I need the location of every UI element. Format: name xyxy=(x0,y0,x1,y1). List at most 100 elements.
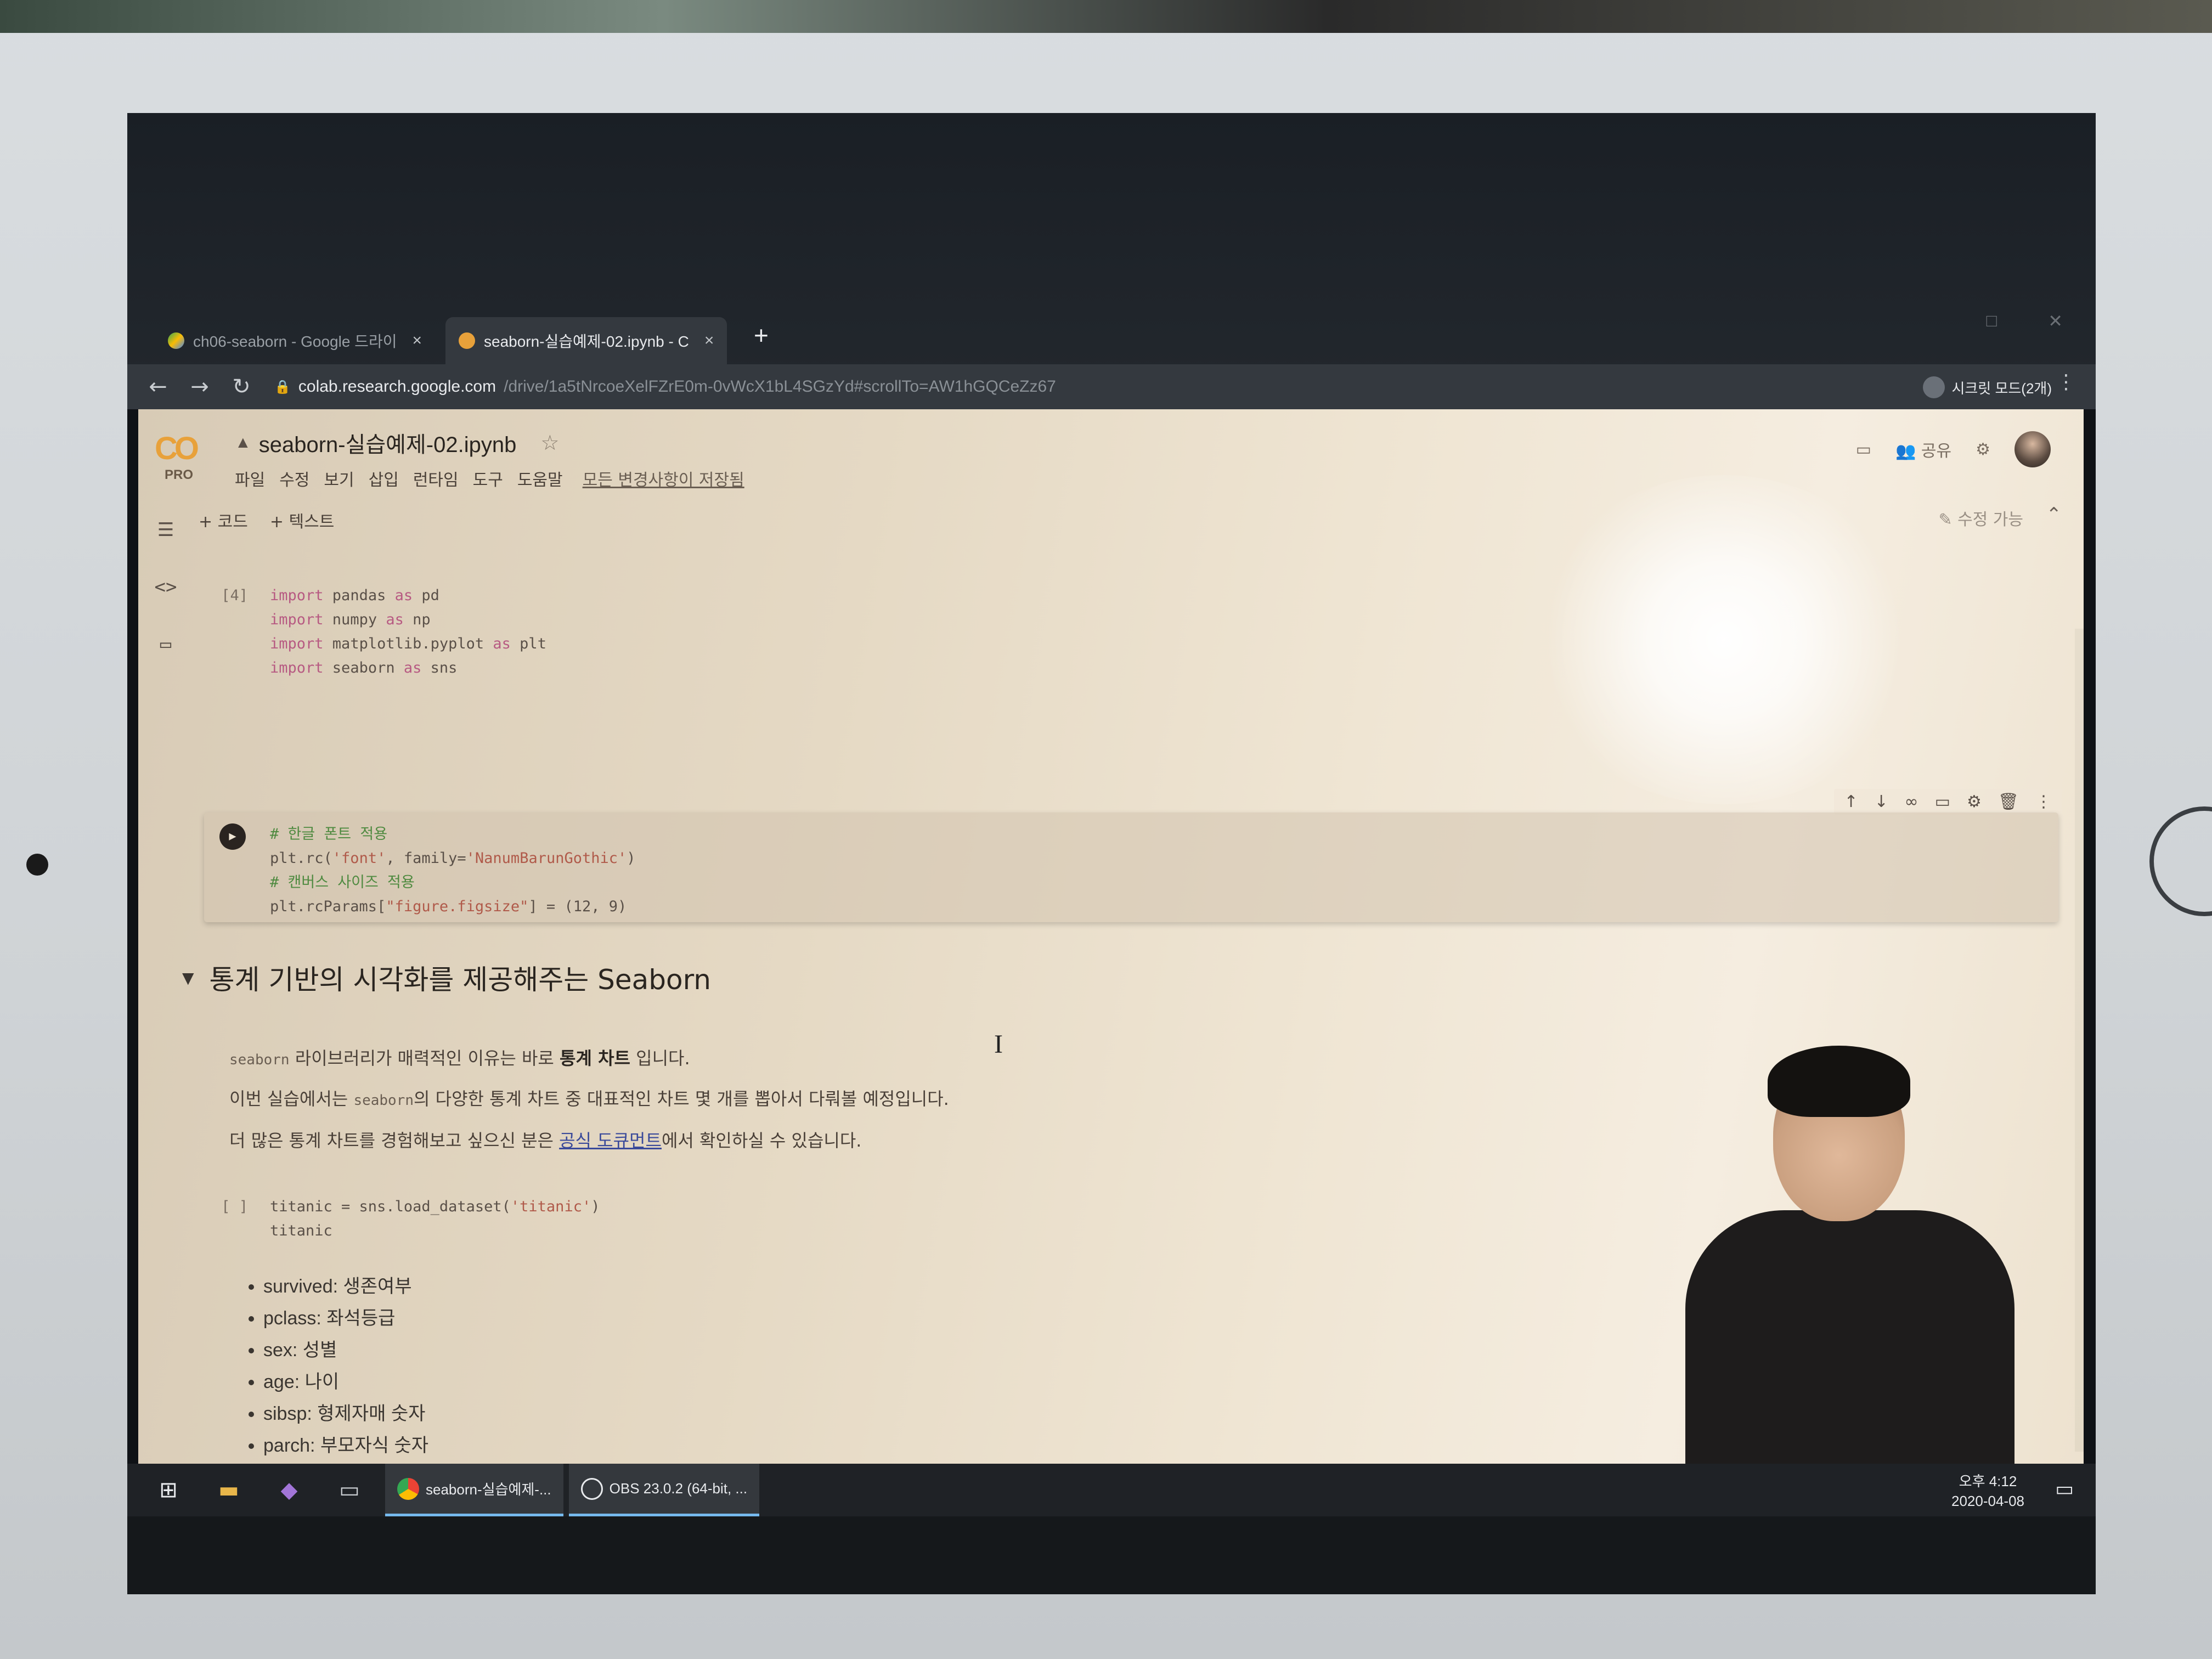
notification-icon[interactable]: ▭ xyxy=(2055,1478,2074,1500)
system-clock[interactable]: 오후 4:12 2020-04-08 xyxy=(1951,1471,2024,1511)
code-line: import pandas as pd xyxy=(270,587,439,604)
taskbar-chrome-label: seaborn-실습예제-... xyxy=(426,1481,551,1498)
terminal-icon[interactable]: ▭ xyxy=(319,1464,380,1516)
left-sidebar: ☰ <> ▭ xyxy=(149,519,182,690)
new-tab-button[interactable]: + xyxy=(754,320,769,350)
windows-start-icon[interactable]: ⊞ xyxy=(138,1464,199,1516)
menu-tools[interactable]: 도구 xyxy=(473,466,503,490)
taskbar-obs-label: OBS 23.0.2 (64-bit, ... xyxy=(609,1480,748,1497)
chevron-up-icon[interactable]: ⌃ xyxy=(2046,504,2062,526)
colab-logo[interactable]: CO xyxy=(155,430,210,466)
menu-insert[interactable]: 삽입 xyxy=(369,466,399,490)
code-line: import seaborn as sns xyxy=(270,659,458,676)
url-field[interactable]: 🔒 colab.research.google.com/drive/1a5tNr… xyxy=(274,377,1056,396)
background-strip xyxy=(0,0,2212,33)
run-cell-button[interactable]: ▶ xyxy=(219,823,246,850)
google-drive-icon xyxy=(168,332,184,349)
browser-menu-icon[interactable]: ⋮ xyxy=(2056,371,2076,393)
star-icon[interactable]: ☆ xyxy=(540,431,559,455)
menu-file[interactable]: 파일 xyxy=(235,466,265,490)
table-of-contents-icon[interactable]: ☰ xyxy=(149,519,182,541)
code-snippets-icon[interactable]: <> xyxy=(149,576,182,598)
menu-edit[interactable]: 수정 xyxy=(279,466,309,490)
clock-date: 2020-04-08 xyxy=(1951,1493,2024,1509)
clock-time: 오후 4:12 xyxy=(1959,1473,2017,1489)
code-lines: titanic = sns.load_dataset('titanic') ti… xyxy=(270,1195,600,1243)
move-down-icon[interactable]: ↓ xyxy=(1875,792,1888,811)
move-up-icon[interactable]: ↑ xyxy=(1844,792,1858,811)
presenter-hair xyxy=(1768,1046,1910,1117)
scrollbar[interactable] xyxy=(2075,629,2084,1452)
official-docs-link[interactable]: 공식 도큐먼트 xyxy=(559,1130,662,1151)
presenter-body xyxy=(1685,1210,2015,1476)
incognito-profile-chip[interactable]: 시크릿 모드(2개) xyxy=(1923,376,2052,398)
header-actions: ▭ 👥 공유 ⚙ xyxy=(1856,431,2051,467)
windows-taskbar: ⊞ ▬ ◆ ▭ seaborn-실습예제-... OBS 23.0.2 (64-… xyxy=(127,1464,2096,1516)
code-line: titanic = sns.load_dataset('titanic') xyxy=(270,1198,600,1215)
close-icon[interactable]: × xyxy=(412,331,422,350)
reload-icon[interactable]: ↻ xyxy=(230,374,252,399)
menu-bar: 파일 수정 보기 삽입 런타임 도구 도움말 모든 변경사항이 저장됨 xyxy=(235,466,744,490)
pro-badge: PRO xyxy=(165,467,194,482)
add-text-button[interactable]: + 텍스트 xyxy=(270,508,334,532)
chrome-icon xyxy=(397,1477,419,1500)
gear-icon[interactable]: ⚙ xyxy=(1967,792,1982,811)
list-item: sex: 성별 xyxy=(263,1334,428,1366)
tab-label: ch06-seaborn - Google 드라이 xyxy=(193,333,397,350)
menu-runtime[interactable]: 런타임 xyxy=(413,466,459,490)
collapse-caret-icon[interactable]: ▼ xyxy=(182,969,194,987)
tab-colab-notebook[interactable]: seaborn-실습예제-02.ipynb - C × xyxy=(445,317,727,364)
pencil-icon: ✎ xyxy=(1938,510,1958,529)
taskbar-obs[interactable]: OBS 23.0.2 (64-bit, ... xyxy=(568,1464,760,1516)
link-icon[interactable]: ∞ xyxy=(1905,792,1918,811)
text-cursor-icon: I xyxy=(994,1030,1003,1059)
avatar[interactable] xyxy=(2015,431,2051,467)
gear-icon[interactable]: ⚙ xyxy=(1976,440,1990,459)
section-heading[interactable]: ▼ 통계 기반의 시각화를 제공해주는 Seaborn xyxy=(182,958,711,997)
colab-icon xyxy=(459,332,475,349)
forward-arrow-icon[interactable]: → xyxy=(189,374,211,399)
code-line: titanic xyxy=(270,1222,332,1239)
menu-view[interactable]: 보기 xyxy=(324,466,354,490)
code-line: import matplotlib.pyplot as plt xyxy=(270,635,546,652)
comment-icon[interactable]: ▭ xyxy=(1935,792,1950,811)
more-icon[interactable]: ⋮ xyxy=(2035,792,2052,811)
list-item: pclass: 좌석등급 xyxy=(263,1302,428,1334)
save-status[interactable]: 모든 변경사항이 저장됨 xyxy=(583,466,744,490)
people-icon: 👥 xyxy=(1895,442,1921,461)
code-line: # 캔버스 사이즈 적용 xyxy=(270,874,415,891)
tab-google-drive[interactable]: ch06-seaborn - Google 드라이 × xyxy=(155,317,435,364)
code-line: # 한글 폰트 적용 xyxy=(270,826,388,843)
notebook-title[interactable]: ▲ seaborn-실습예제-02.ipynb ☆ xyxy=(235,427,559,459)
window-close-icon[interactable]: ✕ xyxy=(2048,311,2063,331)
menu-help[interactable]: 도움말 xyxy=(517,466,563,490)
paragraph-3: 더 많은 통계 차트를 경험해보고 싶으신 분은 공식 도큐먼트에서 확인하실 … xyxy=(229,1130,862,1151)
notebook-title-text[interactable]: seaborn-실습예제-02.ipynb xyxy=(259,427,517,459)
comment-icon[interactable]: ▭ xyxy=(1856,440,1871,459)
folder-icon[interactable]: ▭ xyxy=(149,633,182,655)
code-cell-imports[interactable]: [4] import pandas as pd import numpy as … xyxy=(204,584,2072,688)
monitor-bottom-bezel xyxy=(127,1516,2096,1594)
share-button[interactable]: 👥 공유 xyxy=(1895,437,1951,461)
close-icon[interactable]: × xyxy=(704,331,714,350)
lock-icon: 🔒 xyxy=(274,379,291,394)
file-explorer-icon[interactable]: ▬ xyxy=(199,1464,259,1516)
code-lines: # 한글 폰트 적용 plt.rc('font', family='NanumB… xyxy=(270,822,636,919)
code-line: import numpy as np xyxy=(270,611,431,628)
taskbar-chrome[interactable]: seaborn-실습예제-... xyxy=(385,1464,563,1516)
notebook-toolbar: + 코드 + 텍스트 xyxy=(199,508,334,532)
code-cell-font-settings[interactable]: ▶ # 한글 폰트 적용 plt.rc('font', family='Nanu… xyxy=(204,812,2058,922)
visual-studio-icon[interactable]: ◆ xyxy=(259,1464,319,1516)
list-item: sibsp: 형제자매 숫자 xyxy=(263,1398,428,1430)
edit-mode-button[interactable]: ✎ 수정 가능 xyxy=(1938,506,2023,530)
section-title: 통계 기반의 시각화를 제공해주는 Seaborn xyxy=(209,964,711,996)
maximize-icon[interactable]: □ xyxy=(1987,311,1997,331)
tablet-camera xyxy=(26,854,48,876)
back-arrow-icon[interactable]: ← xyxy=(147,374,169,399)
delete-icon[interactable]: 🗑 xyxy=(1998,792,2019,811)
add-code-button[interactable]: + 코드 xyxy=(199,508,248,532)
list-item: survived: 생존여부 xyxy=(263,1271,428,1302)
list-item: parch: 부모자식 숫자 xyxy=(263,1430,428,1462)
paragraph-2: 이번 실습에서는 seaborn의 다양한 통계 차트 중 대표적인 차트 몇 … xyxy=(229,1088,949,1109)
webcam-overlay xyxy=(1663,1046,2015,1476)
